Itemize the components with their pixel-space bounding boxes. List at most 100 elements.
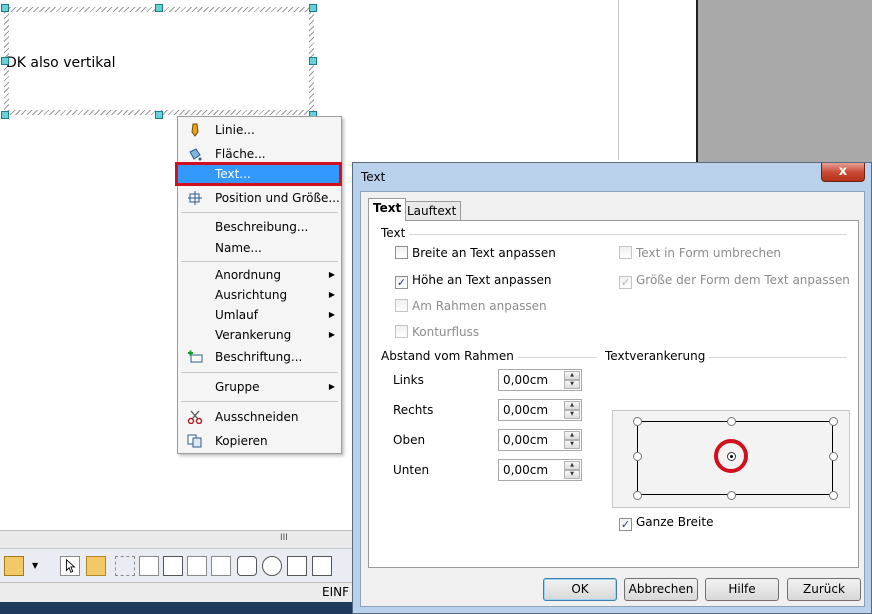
- menu-separator: [181, 212, 338, 213]
- anchor-center-selected[interactable]: [727, 452, 736, 461]
- menu-item-wrap[interactable]: Umlauf ▶: [180, 305, 339, 325]
- option-full-width[interactable]: ✓ Ganze Breite: [619, 514, 713, 531]
- highlighted-menu-item-callout[interactable]: Text...: [175, 162, 342, 186]
- submenu-arrow-icon: ▶: [328, 290, 335, 299]
- autogrow-shape-checkbox: ✓: [619, 276, 632, 289]
- resize-handle-top-right[interactable]: [309, 4, 317, 12]
- anchor-middle-left[interactable]: [633, 452, 642, 461]
- toolbar-icon[interactable]: [115, 556, 135, 576]
- listbox-tool-icon[interactable]: [287, 556, 307, 576]
- full-width-checkbox[interactable]: ✓: [619, 518, 632, 531]
- left-spacing-label: Links: [393, 373, 424, 387]
- resize-handle-top[interactable]: [155, 4, 163, 12]
- dialog-body: Text Lauftext Text Breite an Text anpass…: [360, 191, 865, 607]
- spin-up-icon[interactable]: ▲: [564, 461, 580, 470]
- label-tool-icon[interactable]: [187, 556, 207, 576]
- resize-handle-bottom-left[interactable]: [1, 111, 9, 119]
- menu-item-description[interactable]: Beschreibung...: [180, 217, 339, 237]
- resize-handle-top-left[interactable]: [1, 4, 9, 12]
- spin-up-icon[interactable]: ▲: [564, 431, 580, 440]
- spin-up-icon[interactable]: ▲: [564, 401, 580, 410]
- horizontal-splitter[interactable]: [0, 530, 352, 548]
- fit-width-checkbox[interactable]: [395, 246, 408, 259]
- top-spacing-label: Oben: [393, 433, 426, 447]
- spin-down-icon[interactable]: ▼: [564, 380, 580, 389]
- menu-item-name[interactable]: Name...: [180, 238, 339, 258]
- select-pointer-icon[interactable]: [60, 556, 80, 576]
- fit-frame-checkbox: [395, 299, 408, 312]
- submenu-arrow-icon: ▶: [328, 270, 335, 279]
- paint-bucket-icon: [189, 148, 202, 161]
- spin-down-icon[interactable]: ▼: [564, 440, 580, 449]
- anchor-group-label: Textverankerung: [605, 349, 710, 363]
- text-group-label: Text: [381, 226, 410, 240]
- tab-text[interactable]: Text: [368, 198, 407, 221]
- cancel-button[interactable]: Abbrechen: [624, 578, 698, 601]
- spin-up-icon[interactable]: ▲: [564, 371, 580, 380]
- anchor-bottom-left[interactable]: [633, 491, 642, 500]
- reset-button[interactable]: Zurück: [787, 578, 861, 601]
- submenu-arrow-icon: ▶: [328, 330, 335, 339]
- fit-height-checkbox[interactable]: ✓: [395, 276, 408, 289]
- option-autogrow-shape: ✓ Größe der Form dem Text anpassen: [619, 273, 850, 289]
- resize-handle-right[interactable]: [309, 57, 317, 65]
- status-bar: [0, 582, 352, 602]
- menu-item-cut[interactable]: Ausschneiden: [180, 407, 339, 427]
- frame-tool-icon[interactable]: [4, 556, 24, 576]
- menu-item-position-size[interactable]: Position und Größe...: [180, 188, 340, 208]
- option-contour-flow: Konturfluss: [395, 324, 479, 340]
- menu-item-line[interactable]: Linie...: [180, 120, 339, 140]
- top-spacing-spinner[interactable]: 0,00cm ▲ ▼: [498, 429, 582, 451]
- menu-item-group[interactable]: Gruppe ▶: [180, 377, 339, 397]
- option-fit-width[interactable]: Breite an Text anpassen: [395, 245, 556, 261]
- menu-item-text-highlighted: Text...: [215, 167, 251, 181]
- anchor-top-right[interactable]: [829, 417, 838, 426]
- menu-item-anchor[interactable]: Verankerung ▶: [180, 325, 339, 345]
- word-wrap-shape-checkbox: [619, 246, 632, 259]
- spin-down-icon[interactable]: ▼: [564, 470, 580, 479]
- drawing-toolbar: ▼: [0, 548, 352, 582]
- anchor-bottom-center[interactable]: [727, 491, 736, 500]
- anchor-bottom-right[interactable]: [829, 491, 838, 500]
- checkbox-tool-icon[interactable]: [163, 556, 183, 576]
- bottom-spacing-spinner[interactable]: 0,00cm ▲ ▼: [498, 459, 582, 481]
- anchor-top-center[interactable]: [727, 417, 736, 426]
- spin-down-icon[interactable]: ▼: [564, 410, 580, 419]
- ok-button[interactable]: OK: [543, 578, 617, 601]
- caption-icon: [188, 350, 203, 363]
- anchor-middle-right[interactable]: [829, 452, 838, 461]
- edit-points-icon[interactable]: [86, 556, 106, 576]
- splitter-grip[interactable]: III: [280, 533, 288, 543]
- textfield-tool-icon[interactable]: [211, 556, 231, 576]
- anchor-top-left[interactable]: [633, 417, 642, 426]
- toolbar-dropdown-icon[interactable]: ▼: [32, 556, 42, 576]
- copy-icon: [187, 434, 202, 448]
- right-spacing-spinner[interactable]: 0,00cm ▲ ▼: [498, 399, 582, 421]
- resize-handle-left[interactable]: [1, 57, 9, 65]
- contour-flow-checkbox: [395, 325, 408, 338]
- button-tool-icon[interactable]: [237, 556, 257, 576]
- combobox-tool-icon[interactable]: [312, 556, 332, 576]
- menu-item-align[interactable]: Ausrichtung ▶: [180, 285, 339, 305]
- help-button[interactable]: Hilfe: [705, 578, 779, 601]
- tab-lauftext[interactable]: Lauftext: [402, 201, 462, 221]
- radio-tool-icon[interactable]: [262, 556, 282, 576]
- text-anchor-selector[interactable]: [612, 410, 850, 508]
- menu-item-area[interactable]: Fläche...: [180, 144, 339, 164]
- position-size-icon: [188, 191, 202, 205]
- pen-icon: [191, 123, 199, 137]
- option-fit-frame: Am Rahmen anpassen: [395, 298, 547, 314]
- page-margin-line: [618, 0, 619, 160]
- menu-item-arrange[interactable]: Anordnung ▶: [180, 265, 339, 285]
- close-button[interactable]: x: [821, 163, 865, 182]
- option-fit-height[interactable]: ✓ Höhe an Text anpassen: [395, 272, 551, 289]
- resize-handle-bottom[interactable]: [155, 111, 163, 119]
- bottom-spacing-label: Unten: [393, 463, 430, 477]
- left-spacing-spinner[interactable]: 0,00cm ▲ ▼: [498, 369, 582, 391]
- tab-panel: Text Breite an Text anpassen ✓ Höhe an Te…: [368, 220, 859, 568]
- toolbar-icon[interactable]: [139, 556, 159, 576]
- group-divider: [381, 234, 847, 235]
- menu-item-copy[interactable]: Kopieren: [180, 431, 339, 451]
- menu-item-caption[interactable]: Beschriftung...: [180, 347, 339, 367]
- insert-mode-status[interactable]: EINF: [322, 585, 349, 599]
